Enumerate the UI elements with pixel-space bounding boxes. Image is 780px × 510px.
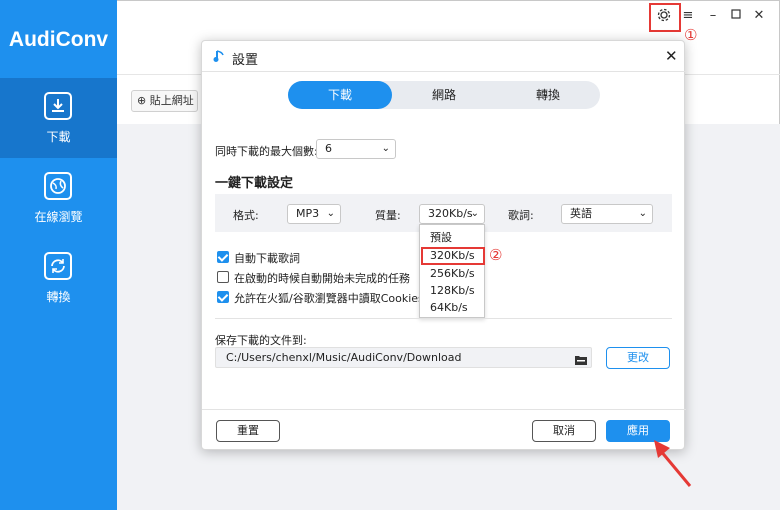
save-path-value: C:/Users/chenxl/Music/AudiConv/Download xyxy=(226,351,462,364)
paste-url-label: 貼上網址 xyxy=(149,94,194,107)
folder-icon[interactable] xyxy=(575,352,587,365)
format-value: MP3 xyxy=(296,207,320,220)
footer-divider xyxy=(202,409,686,410)
sidebar: AudiConv 下載 在線瀏覽 轉換 xyxy=(0,0,117,510)
save-path-field[interactable]: C:/Users/chenxl/Music/AudiConv/Download xyxy=(215,347,592,368)
quality-select[interactable]: 320Kb/s ⌄ xyxy=(419,204,485,224)
convert-icon xyxy=(44,252,72,280)
quality-option[interactable]: 256Kb/s xyxy=(420,265,484,282)
auto-resume-label: 在啟動的時候自動開始未完成的任務 xyxy=(234,272,410,285)
cancel-button[interactable]: 取消 xyxy=(532,420,596,442)
settings-tabs: 下載 網路 轉換 xyxy=(288,81,600,109)
app-logo-icon xyxy=(212,49,226,63)
sidebar-item-label: 在線瀏覽 xyxy=(34,210,83,224)
lyrics-value: 英語 xyxy=(570,207,592,220)
download-icon xyxy=(44,92,72,120)
quality-option[interactable]: 128Kb/s xyxy=(420,282,484,299)
sidebar-item-convert[interactable]: 轉換 xyxy=(0,238,117,318)
sidebar-item-label: 轉換 xyxy=(46,290,71,304)
lyrics-label: 歌詞: xyxy=(508,209,534,222)
tab-download[interactable]: 下載 xyxy=(288,81,392,109)
paste-url-button[interactable]: ⊕ 貼上網址 xyxy=(131,90,198,112)
quality-option[interactable]: 預設 xyxy=(420,229,484,246)
max-downloads-value: 6 xyxy=(325,142,332,155)
dialog-close-icon[interactable]: ✕ xyxy=(665,47,678,65)
annotation-number-2: ② xyxy=(489,246,503,264)
gear-icon[interactable] xyxy=(656,8,672,24)
chevron-down-icon: ⌄ xyxy=(326,208,335,219)
annotation-arrow-icon xyxy=(654,440,692,487)
quality-dropdown: 預設 320Kb/s 256Kb/s 128Kb/s 64Kb/s xyxy=(419,224,485,318)
max-downloads-label: 同時下載的最大個數: xyxy=(215,145,318,158)
reset-button[interactable]: 重置 xyxy=(216,420,280,442)
dialog-title: 設置 xyxy=(232,53,259,68)
sidebar-item-browser[interactable]: 在線瀏覽 xyxy=(0,158,117,238)
section-divider xyxy=(215,318,672,319)
auto-resume-checkbox[interactable] xyxy=(217,271,229,283)
chevron-down-icon: ⌄ xyxy=(638,208,647,219)
quality-label: 質量: xyxy=(375,209,401,222)
globe-icon xyxy=(44,172,72,200)
auto-lyrics-label: 自動下載歌詞 xyxy=(234,252,300,265)
change-path-button[interactable]: 更改 xyxy=(606,347,670,369)
format-select[interactable]: MP3 ⌄ xyxy=(287,204,341,224)
save-location-label: 保存下載的文件到: xyxy=(215,334,307,347)
format-label: 格式: xyxy=(233,209,259,222)
quality-value: 320Kb/s xyxy=(428,207,473,220)
sidebar-item-download[interactable]: 下載 xyxy=(0,78,117,158)
lyrics-select[interactable]: 英語 ⌄ xyxy=(561,204,653,224)
sidebar-item-label: 下載 xyxy=(46,130,71,144)
cookies-label: 允許在火狐/谷歌瀏覽器中讀取Cookies xyxy=(234,292,424,305)
annotation-number-1: ① xyxy=(684,26,698,44)
tab-convert[interactable]: 轉換 xyxy=(496,81,600,109)
settings-dialog: 設置 ✕ 下載 網路 轉換 同時下載的最大個數: 6 ⌄ 一鍵下載設定 格式: … xyxy=(201,40,686,450)
maximize-icon[interactable] xyxy=(728,8,744,24)
app-brand: AudiConv xyxy=(8,28,109,51)
chevron-down-icon: ⌄ xyxy=(470,208,479,219)
plus-circle-icon: ⊕ xyxy=(137,94,147,107)
chevron-down-icon: ⌄ xyxy=(381,143,390,154)
quality-option[interactable]: 64Kb/s xyxy=(420,299,484,316)
dialog-divider xyxy=(202,71,686,72)
menu-icon[interactable]: ≡ xyxy=(680,8,696,24)
tab-network[interactable]: 網路 xyxy=(392,81,496,109)
max-downloads-select[interactable]: 6 ⌄ xyxy=(316,139,396,159)
quality-option-highlight xyxy=(421,247,485,265)
auto-lyrics-checkbox[interactable] xyxy=(217,251,229,263)
minimize-icon[interactable]: – xyxy=(705,8,721,24)
close-icon[interactable]: ✕ xyxy=(751,8,767,24)
one-click-title: 一鍵下載設定 xyxy=(215,176,294,191)
cookies-checkbox[interactable] xyxy=(217,291,229,303)
